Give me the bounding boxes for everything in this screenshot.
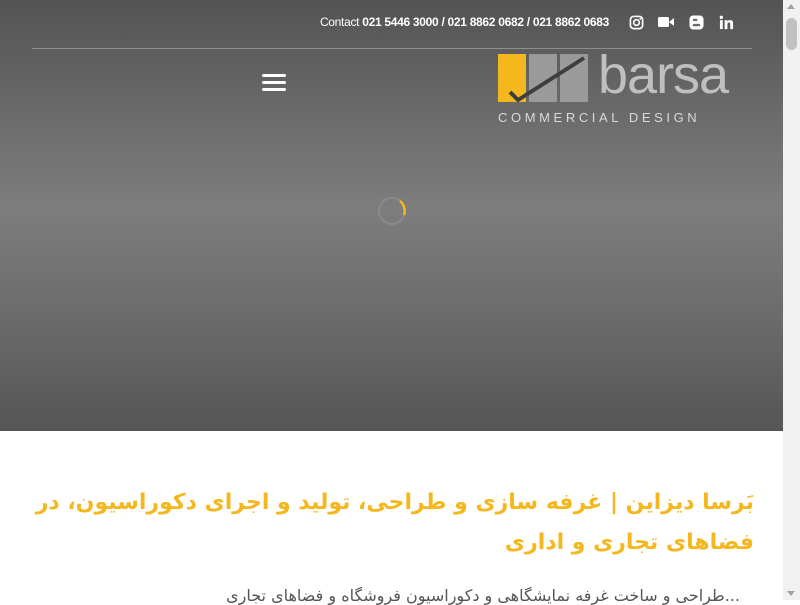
scroll-up-arrow-icon[interactable]	[787, 4, 795, 9]
linkedin-icon[interactable]	[717, 13, 735, 31]
contact-phones[interactable]: 021 5446 3000 / 021 8862 0682 / 021 8862…	[362, 15, 609, 29]
scrollbar-thumb[interactable]	[786, 18, 797, 50]
intro-section: بَرسا دیزاین | غرفه سازی و طراحی، تولید …	[0, 431, 783, 605]
top-bar: Contact 021 5446 3000 / 021 8862 0682 / …	[320, 10, 735, 34]
hero-banner: Contact 021 5446 3000 / 021 8862 0682 / …	[0, 0, 783, 431]
intro-headline: بَرسا دیزاین | غرفه سازی و طراحی، تولید …	[35, 490, 754, 555]
social-links	[627, 13, 735, 31]
page-scrollbar[interactable]	[783, 0, 800, 600]
contact-label: Contact	[319, 15, 360, 29]
logo-tagline: COMMERCIAL DESIGN	[498, 110, 701, 125]
loading-spinner-icon	[378, 197, 406, 225]
barsa-logo[interactable]: barsa COMMERCIAL DESIGN	[498, 48, 758, 128]
scroll-down-arrow-icon[interactable]	[787, 591, 795, 596]
blogger-icon[interactable]	[687, 13, 705, 31]
video-icon[interactable]	[657, 13, 675, 31]
contact-info: Contact 021 5446 3000 / 021 8862 0682 / …	[320, 15, 609, 29]
instagram-icon[interactable]	[627, 13, 645, 31]
intro-body-text: ...طراحی و ساخت غرفه نمایشگاهی و دکوراسی…	[226, 586, 740, 605]
logo-wordmark: barsa	[598, 45, 729, 105]
hamburger-menu-icon[interactable]	[262, 74, 286, 94]
logo-mark-icon	[498, 54, 588, 103]
